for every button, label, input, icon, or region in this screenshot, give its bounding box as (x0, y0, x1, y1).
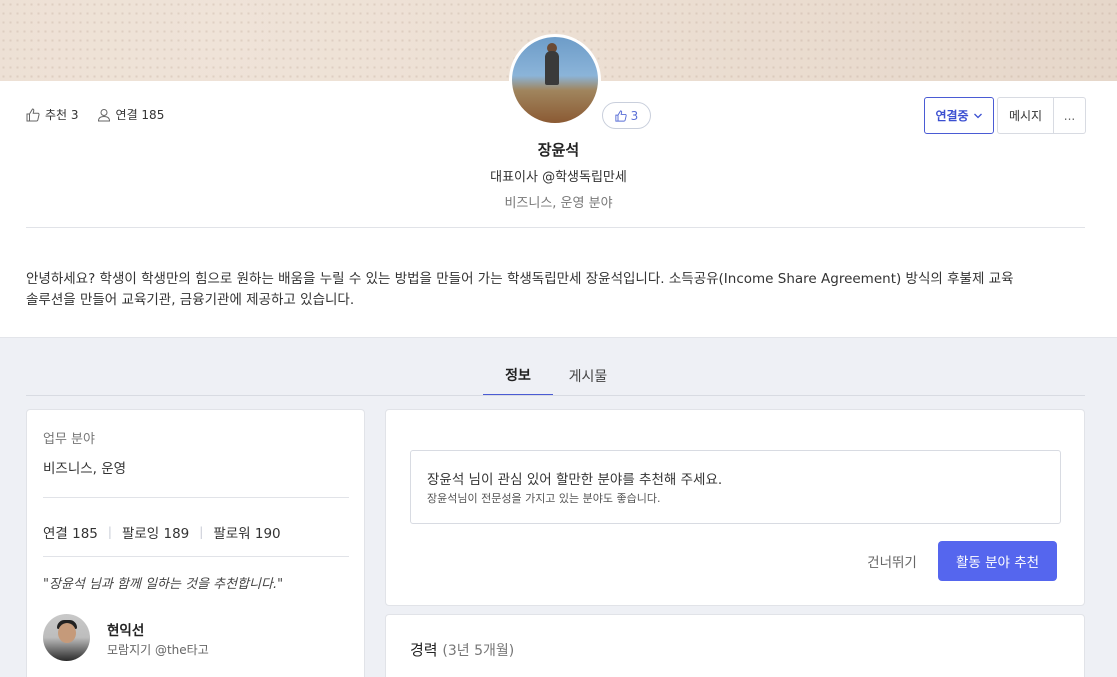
recommender-avatar[interactable] (43, 614, 90, 661)
prompt-sub-text: 장윤석님이 전문성을 가지고 있는 분야도 좋습니다. (427, 492, 661, 505)
info-sidebar-card: 업무 분야 비즈니스, 운영 연결 185 | 팔로잉 189 | 팔로워 19… (26, 409, 365, 677)
network-stats: 연결 185 | 팔로잉 189 | 팔로워 190 (43, 522, 281, 542)
profile-avatar[interactable] (509, 34, 601, 126)
tabs-divider (26, 395, 1085, 396)
avatar-figure-body (545, 51, 559, 85)
recommender-name[interactable]: 현익선 (107, 619, 144, 639)
thumbs-up-icon (615, 109, 627, 122)
divider (43, 497, 349, 498)
like-count: 3 (630, 108, 639, 123)
likes-count: 추천 3 (45, 108, 79, 122)
like-button[interactable]: 3 (602, 102, 651, 129)
profile-actions: 연결중 메시지 ... (924, 97, 1086, 134)
profile-name: 장윤석 (537, 141, 580, 159)
separator: | (199, 525, 204, 539)
career-title: 경력 (410, 641, 438, 659)
prompt-main-text: 장윤석 님이 관심 있어 할만한 분야를 추천해 주세요. (427, 472, 723, 488)
tab-info[interactable]: 정보 (483, 356, 553, 396)
connect-label: 연결중 (935, 109, 969, 123)
followers-link[interactable]: 팔로워 190 (213, 522, 280, 542)
profile-stats: 추천 3 연결 185 (26, 106, 164, 123)
profile-bio: 안녕하세요? 학생이 학생만의 힘으로 원하는 배움을 누릴 수 있는 방법을 … (26, 269, 1066, 311)
thumbs-up-icon (26, 107, 40, 121)
work-field-label: 업무 분야 (43, 432, 95, 447)
recommender-org: 모람지기 @the타고 (107, 643, 209, 657)
connections-stat[interactable]: 연결 185 (97, 106, 165, 123)
profile-title: 대표이사 @학생독립만세 (490, 170, 627, 185)
tab-posts[interactable]: 게시물 (553, 356, 623, 396)
more-button[interactable]: ... (1054, 97, 1086, 134)
career-card: 경력 (3년 5개월) (385, 614, 1085, 677)
message-button[interactable]: 메시지 (997, 97, 1054, 134)
divider (26, 227, 1085, 228)
bio-line: 안녕하세요? 학생이 학생만의 힘으로 원하는 배움을 누릴 수 있는 방법을 … (26, 271, 1014, 287)
connections-count: 연결 185 (115, 108, 165, 122)
profile-tabs: 정보 게시물 (483, 356, 623, 396)
recommend-field-button[interactable]: 활동 분야 추천 (938, 541, 1057, 581)
connections-link[interactable]: 연결 185 (43, 522, 98, 542)
profile-field: 비즈니스, 운영 분야 (504, 196, 613, 211)
separator: | (107, 525, 112, 539)
career-duration: (3년 5개월) (442, 643, 515, 659)
career-heading: 경력 (3년 5개월) (410, 639, 514, 660)
work-field-value: 비즈니스, 운영 (43, 461, 127, 477)
bio-line: 솔루션을 만들어 교육기관, 금융기관에 제공하고 있습니다. (26, 292, 355, 308)
skip-button[interactable]: 건너뛰기 (852, 541, 932, 581)
following-link[interactable]: 팔로잉 189 (122, 522, 189, 542)
person-icon (97, 108, 110, 121)
connect-button[interactable]: 연결중 (924, 97, 994, 134)
recommend-prompt-box: 장윤석 님이 관심 있어 할만한 분야를 추천해 주세요. 장윤석님이 전문성을… (410, 450, 1061, 524)
recommendation-quote: "장윤석 님과 함께 일하는 것을 추천합니다." (43, 577, 284, 592)
field-recommend-card: 장윤석 님이 관심 있어 할만한 분야를 추천해 주세요. 장윤석님이 전문성을… (385, 409, 1085, 606)
avatar-face (58, 623, 76, 643)
divider (43, 556, 349, 557)
chevron-down-icon (973, 113, 982, 118)
likes-stat[interactable]: 추천 3 (26, 106, 79, 123)
